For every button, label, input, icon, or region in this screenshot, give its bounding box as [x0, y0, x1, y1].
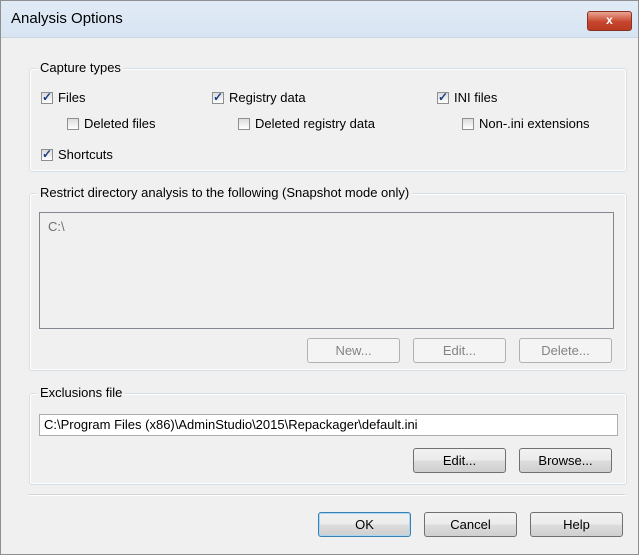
restrict-directory-legend: Restrict directory analysis to the follo… — [37, 185, 413, 200]
close-button[interactable]: x — [587, 11, 632, 31]
directory-listbox[interactable]: C:\ — [39, 212, 614, 329]
checkbox-box[interactable] — [212, 90, 224, 104]
ini-files-label: INI files — [454, 90, 498, 105]
ok-button[interactable]: OK — [318, 512, 411, 537]
edit-exclusions-button[interactable]: Edit... — [413, 448, 506, 473]
list-item[interactable]: C:\ — [48, 219, 65, 234]
deleted-registry-data-label: Deleted registry data — [255, 116, 375, 131]
edit-directory-button[interactable]: Edit... — [413, 338, 506, 363]
title-bar: Analysis Options x — [1, 1, 638, 38]
delete-directory-button[interactable]: Delete... — [519, 338, 612, 363]
close-icon: x — [606, 13, 613, 27]
registry-data-checkbox[interactable]: Registry data — [212, 90, 306, 105]
cancel-button[interactable]: Cancel — [424, 512, 517, 537]
capture-types-legend: Capture types — [37, 60, 124, 75]
footer-separator — [29, 494, 625, 496]
checkbox-box[interactable] — [437, 90, 449, 104]
non-ini-extensions-checkbox[interactable]: Non-.ini extensions — [462, 116, 590, 131]
help-button[interactable]: Help — [530, 512, 623, 537]
deleted-files-label: Deleted files — [84, 116, 156, 131]
checkbox-box[interactable] — [41, 90, 53, 104]
exclusions-file-field[interactable]: C:\Program Files (x86)\AdminStudio\2015\… — [39, 414, 618, 436]
registry-data-label: Registry data — [229, 90, 306, 105]
ini-files-checkbox[interactable]: INI files — [437, 90, 497, 105]
checkbox-box[interactable] — [462, 117, 474, 130]
shortcuts-label: Shortcuts — [58, 147, 113, 162]
checkbox-box[interactable] — [41, 147, 53, 161]
deleted-registry-data-checkbox[interactable]: Deleted registry data — [238, 116, 375, 131]
checkbox-box[interactable] — [238, 117, 250, 130]
non-ini-extensions-label: Non-.ini extensions — [479, 116, 590, 131]
files-checkbox[interactable]: Files — [41, 90, 85, 105]
dialog-title: Analysis Options — [11, 10, 123, 27]
new-directory-button[interactable]: New... — [307, 338, 400, 363]
checkbox-box[interactable] — [67, 117, 79, 130]
shortcuts-checkbox[interactable]: Shortcuts — [41, 147, 113, 162]
files-label: Files — [58, 90, 86, 105]
browse-button[interactable]: Browse... — [519, 448, 612, 473]
exclusions-legend: Exclusions file — [37, 385, 126, 400]
deleted-files-checkbox[interactable]: Deleted files — [67, 116, 156, 131]
